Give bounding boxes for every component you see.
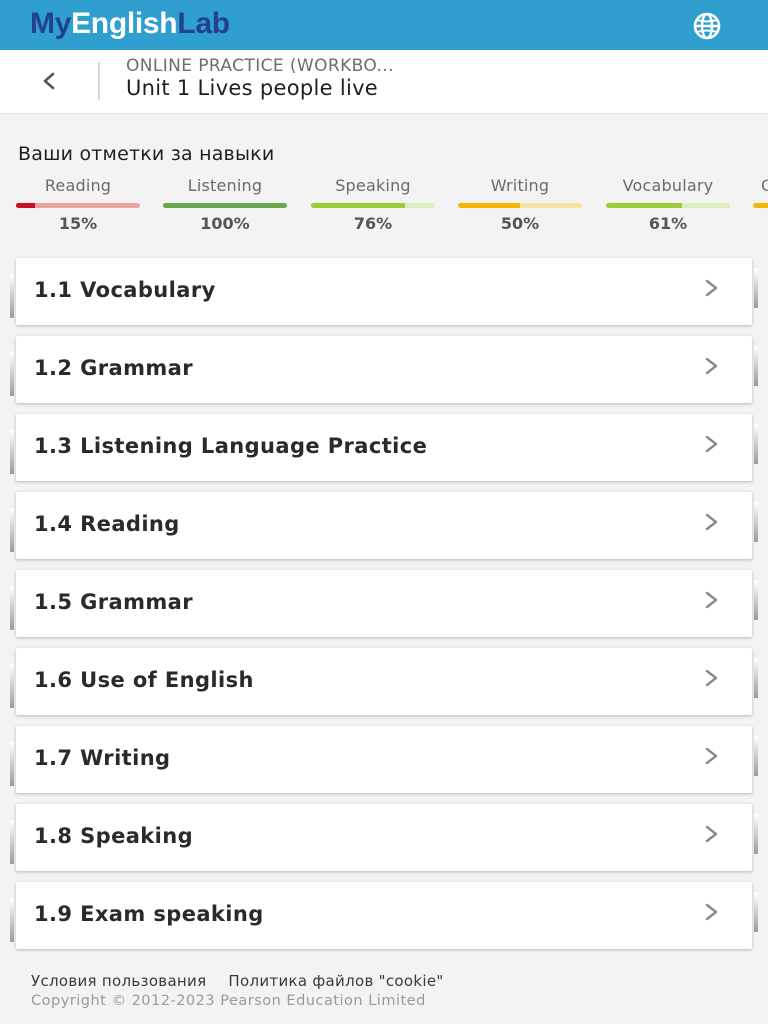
top-bar: MyEnglishLab	[0, 0, 768, 50]
card-shadow-edge	[754, 658, 758, 698]
chevron-right-icon	[705, 747, 718, 765]
lesson-label: 1.2 Grammar	[34, 356, 193, 380]
skill-listening: Listening 100%	[163, 176, 287, 233]
skill-progress-bar	[458, 203, 582, 208]
skill-label: Speaking	[335, 176, 411, 195]
skill-label: Reading	[44, 176, 112, 195]
skill-label: G	[761, 176, 768, 195]
chevron-left-icon	[43, 72, 55, 90]
lesson-item[interactable]: 1.8 Speaking	[10, 804, 758, 871]
card-shadow-edge	[754, 268, 758, 308]
chevron-right-icon	[705, 357, 718, 375]
card-shadow-edge	[10, 274, 14, 318]
lesson-item[interactable]: 1.6 Use of English	[10, 648, 758, 715]
card-shadow-edge	[754, 346, 758, 386]
chevron-right-icon	[705, 903, 718, 921]
skill-progress-bar	[163, 203, 287, 208]
card-shadow-edge	[754, 892, 758, 932]
header-divider	[98, 62, 100, 100]
chevron-right-icon	[705, 669, 718, 687]
skill-progress-fill	[163, 203, 287, 208]
lesson-label: 1.1 Vocabulary	[34, 278, 216, 302]
skill-percent: 50%	[500, 214, 540, 233]
skill-label: Listening	[187, 176, 263, 195]
skill-label: Vocabulary	[622, 176, 714, 195]
back-button[interactable]	[34, 64, 64, 98]
cookie-policy-link[interactable]: Политика файлов "cookie"	[228, 972, 443, 990]
skill-progress-fill	[458, 203, 520, 208]
lesson-label: 1.3 Listening Language Practice	[34, 434, 428, 458]
lesson-item[interactable]: 1.2 Grammar	[10, 336, 758, 403]
skill-reading: Reading 15%	[16, 176, 140, 233]
lesson-item[interactable]: 1.4 Reading	[10, 492, 758, 559]
card-shadow-edge	[10, 508, 14, 552]
logo-lab: Lab	[177, 7, 230, 40]
logo-my: My	[30, 7, 72, 40]
copyright-text: Copyright © 2012-2023 Pearson Education …	[31, 993, 426, 1009]
skill-percent: 15%	[58, 214, 98, 233]
card-shadow-edge	[10, 664, 14, 708]
chevron-right-icon	[705, 279, 718, 297]
card-shadow-edge	[10, 742, 14, 786]
skill-progress-bar	[16, 203, 140, 208]
skill-vocabulary: Vocabulary 61%	[606, 176, 730, 233]
chevron-right-icon	[705, 825, 718, 843]
lesson-label: 1.9 Exam speaking	[34, 902, 264, 926]
lesson-label: 1.5 Grammar	[34, 590, 193, 614]
card-shadow-edge	[10, 430, 14, 474]
lesson-label: 1.4 Reading	[34, 512, 180, 536]
skill-progress-bar	[753, 203, 768, 208]
globe-icon-svg	[693, 12, 721, 40]
myenglishlab-logo[interactable]: MyEnglishLab	[30, 5, 230, 43]
card-shadow-edge	[754, 424, 758, 464]
skill-speaking: Speaking 76%	[311, 176, 435, 233]
logo-english: English	[71, 7, 178, 40]
skill-progress-fill	[16, 203, 35, 208]
skill-writing: Writing 50%	[458, 176, 582, 233]
chevron-right-icon	[705, 591, 718, 609]
skill-progress-bar	[606, 203, 730, 208]
lesson-item[interactable]: 1.7 Writing	[10, 726, 758, 793]
lesson-item[interactable]: 1.5 Grammar	[10, 570, 758, 637]
skill-label: Writing	[490, 176, 550, 195]
skill-progress-fill	[606, 203, 682, 208]
skill-percent: 61%	[648, 214, 688, 233]
page-title: Unit 1 Lives people live	[126, 76, 379, 100]
footer-links: Условия пользования Политика файлов "cook…	[31, 972, 466, 990]
skills-heading: Ваши отметки за навыки	[18, 143, 275, 165]
globe-icon[interactable]	[684, 10, 730, 42]
lesson-label: 1.8 Speaking	[34, 824, 194, 848]
lesson-item[interactable]: 1.1 Vocabulary	[10, 258, 758, 325]
skill-progress-fill	[311, 203, 406, 208]
lesson-item[interactable]: 1.3 Listening Language Practice	[10, 414, 758, 481]
card-shadow-edge	[754, 580, 758, 620]
card-shadow-edge	[754, 736, 758, 776]
course-header: ONLINE PRACTICE (WORKBO... Unit 1 Lives …	[0, 50, 768, 114]
skill-g: G	[753, 176, 768, 214]
lesson-item[interactable]: 1.9 Exam speaking	[10, 882, 758, 949]
terms-link[interactable]: Условия пользования	[31, 972, 206, 990]
lesson-label: 1.6 Use of English	[34, 668, 254, 692]
skill-progress-bar	[311, 203, 435, 208]
skills-strip[interactable]: Reading 15% Listening 100% Speaking 76% Writin…	[0, 176, 768, 240]
card-shadow-edge	[754, 502, 758, 542]
card-shadow-edge	[10, 820, 14, 864]
card-shadow-edge	[754, 814, 758, 854]
card-shadow-edge	[10, 352, 14, 396]
card-shadow-edge	[10, 898, 14, 942]
skill-percent: 76%	[353, 214, 393, 233]
course-name: ONLINE PRACTICE (WORKBO...	[126, 56, 394, 76]
chevron-right-icon	[705, 513, 718, 531]
lesson-label: 1.7 Writing	[34, 746, 171, 770]
lesson-list: 1.1 Vocabulary 1.2 Grammar 1.3 Listening L…	[10, 258, 758, 960]
skill-progress-fill	[753, 203, 768, 208]
skill-percent: 100%	[200, 214, 250, 233]
chevron-right-icon	[705, 435, 718, 453]
card-shadow-edge	[10, 586, 14, 630]
